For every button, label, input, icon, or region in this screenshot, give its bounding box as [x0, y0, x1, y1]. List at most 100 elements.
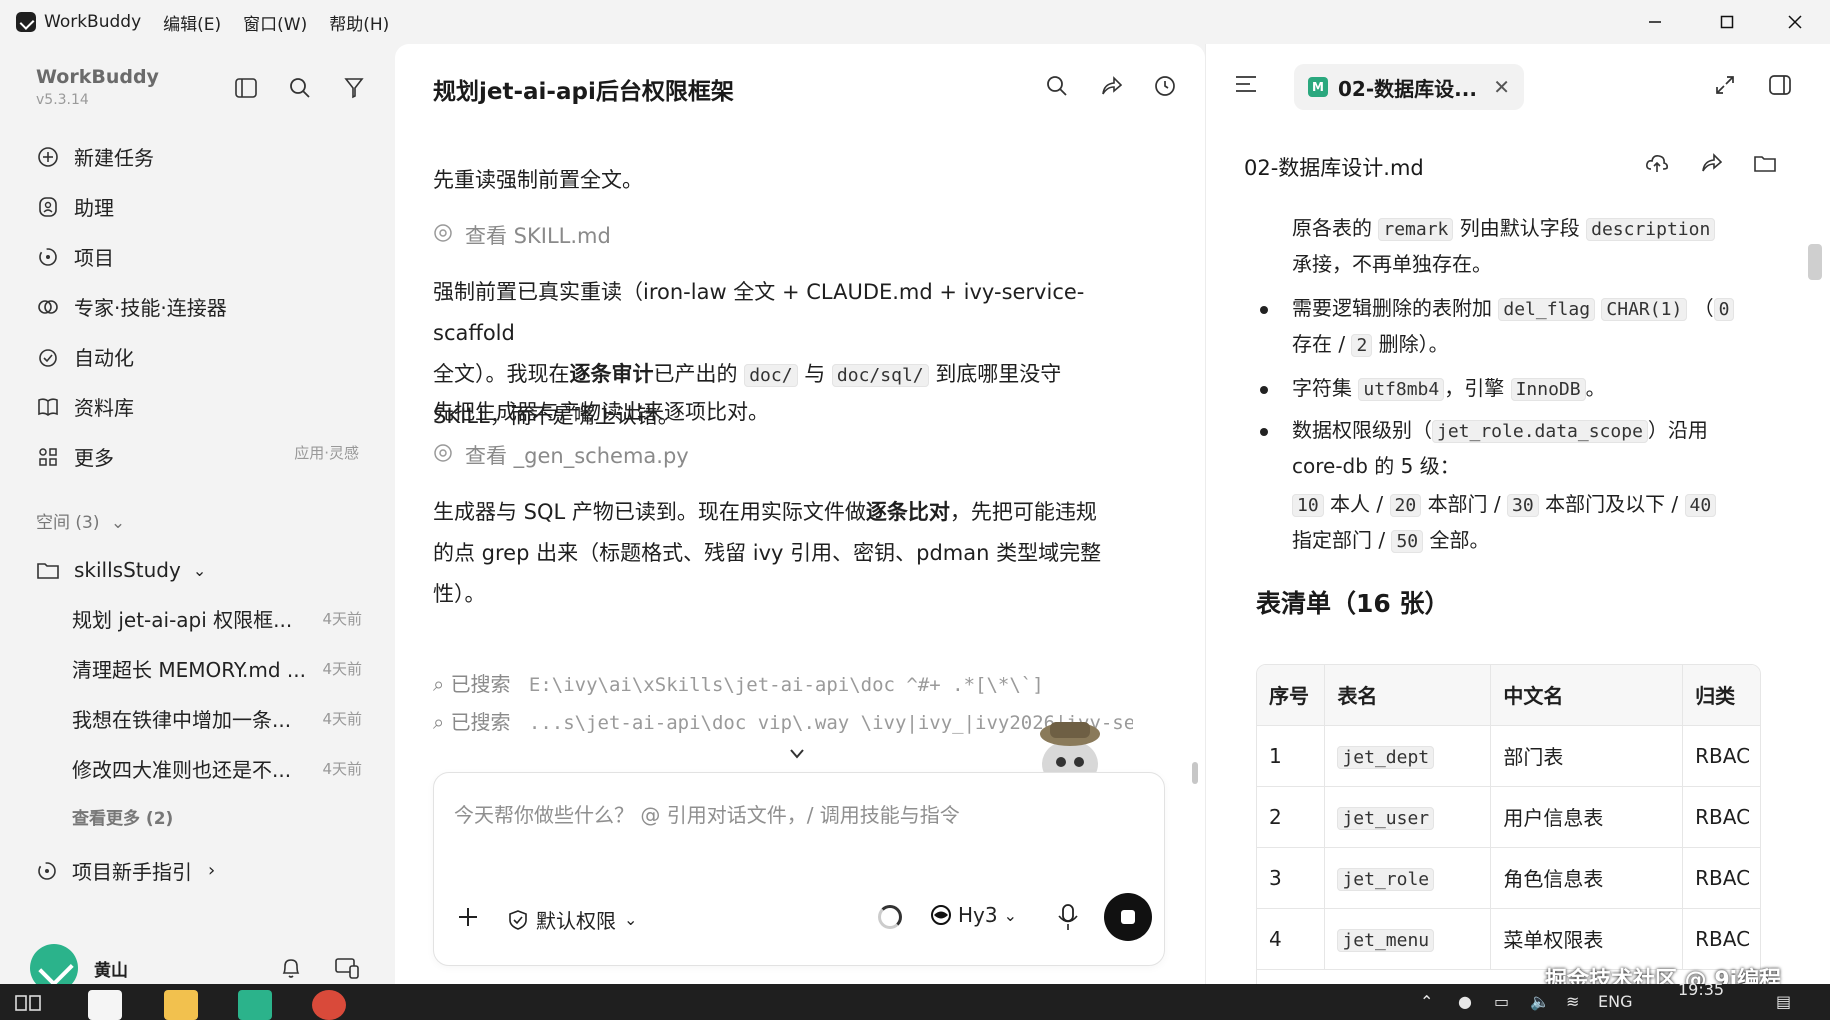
task-item[interactable]: 我想在铁律中增加一条... 4天前	[72, 704, 362, 733]
wifi-icon[interactable]: ≋	[1566, 992, 1579, 1011]
text-span: 本部门及以下 /	[1545, 492, 1679, 516]
history-button[interactable]	[1151, 72, 1179, 100]
inline-code: CHAR(1)	[1601, 298, 1688, 321]
table-row: 4 jet_menu 菜单权限表 RBAC	[1257, 908, 1760, 970]
notifications-button[interactable]	[280, 956, 302, 984]
doc-tab[interactable]: M 02-数据库设... ✕	[1294, 64, 1524, 110]
inline-code: jet_user	[1337, 806, 1435, 830]
doc-share-button[interactable]	[1698, 150, 1724, 176]
table-header: 中文名	[1490, 665, 1684, 726]
text-span: 已产出的	[653, 362, 738, 386]
inline-code: jet_role.data_scope	[1432, 420, 1648, 443]
task-item[interactable]: 规划 jet-ai-api 权限框... 4天前	[72, 604, 362, 633]
filter-button[interactable]	[340, 74, 368, 102]
maximize-button[interactable]	[1712, 8, 1742, 36]
nav-label: 助理	[74, 196, 114, 220]
text-span: 本部门 /	[1427, 492, 1501, 516]
devices-button[interactable]	[334, 956, 360, 984]
filter-icon	[344, 78, 364, 99]
nav-label: 项目	[74, 246, 114, 270]
minimize-button[interactable]	[1640, 8, 1670, 36]
nav-new-task[interactable]: 新建任务	[36, 142, 154, 171]
workbuddy-taskbar-icon[interactable]	[238, 990, 272, 1020]
upload-button[interactable]	[1644, 150, 1670, 176]
nav-project[interactable]: 项目	[36, 242, 114, 271]
sidebar-search-button[interactable]	[286, 74, 314, 102]
nav-assistant[interactable]: 助理	[36, 192, 114, 221]
menu-edit[interactable]: 编辑(E)	[163, 10, 221, 35]
message-text: 先把生成器与产物读出来逐项比对。	[433, 400, 769, 424]
tray-app-icon[interactable]: ●	[1458, 992, 1472, 1011]
display-icon[interactable]: ▭	[1494, 992, 1509, 1011]
task-item[interactable]: 清理超长 MEMORY.md ... 4天前	[72, 654, 362, 683]
text-span: 存在 /	[1292, 332, 1346, 356]
inline-code: 0	[1713, 298, 1735, 321]
menu-window[interactable]: 窗口(W)	[243, 10, 307, 35]
tool-call-view[interactable]: 查看 _gen_schema.py	[433, 440, 689, 470]
typora-app-icon[interactable]	[88, 990, 122, 1020]
grid-icon	[36, 445, 60, 469]
table-cell: RBAC	[1682, 786, 1760, 848]
scroll-down-button[interactable]	[789, 744, 805, 765]
tool-call-view[interactable]: 查看 SKILL.md	[433, 220, 611, 250]
clock-time[interactable]: 19:35	[1678, 980, 1724, 999]
scrollbar-thumb[interactable]	[1192, 762, 1198, 784]
model-selector[interactable]: Hy3 ⌄	[930, 903, 1017, 927]
share-button[interactable]	[1097, 72, 1125, 100]
text-span: 列由默认字段	[1459, 216, 1580, 240]
nav-library[interactable]: 资料库	[36, 392, 134, 421]
table-cell: 2	[1257, 786, 1326, 848]
tool-label: 查看 _gen_schema.py	[465, 444, 689, 468]
tray-chevron-icon[interactable]: ⌃	[1420, 992, 1433, 1011]
open-folder-button[interactable]	[1752, 150, 1778, 176]
volume-icon[interactable]: 🔈	[1530, 992, 1550, 1011]
table-row: 2 jet_user 用户信息表 RBAC	[1257, 786, 1760, 848]
search-result-line[interactable]: ⌕ 已搜索 E:\ivy\ai\xSkills\jet-ai-api\doc ^…	[433, 668, 1133, 697]
microphone-icon[interactable]	[1056, 903, 1080, 931]
task-item[interactable]: 修改四大准则也还是不... 4天前	[72, 754, 362, 783]
folder-skillsstudy[interactable]: skillsStudy ⌄	[36, 558, 206, 582]
file-explorer-icon[interactable]	[164, 990, 198, 1020]
see-more-link[interactable]: 查看更多 (2)	[72, 804, 173, 829]
text-span: ，先把可能违规	[949, 500, 1097, 524]
stop-generation-button[interactable]	[1104, 893, 1152, 941]
plus-circle-icon	[36, 145, 60, 169]
chat-search-button[interactable]	[1043, 72, 1071, 100]
task-view-button[interactable]	[14, 990, 48, 1020]
chrome-icon[interactable]	[312, 990, 346, 1020]
close-window-button[interactable]	[1780, 8, 1810, 36]
nav-automation[interactable]: 自动化	[36, 342, 134, 371]
nav-experts[interactable]: 专家·技能·连接器	[36, 292, 227, 321]
cloud-upload-icon	[1646, 155, 1668, 172]
notification-center-icon[interactable]: ▤	[1776, 992, 1791, 1011]
project-guide-link[interactable]: 项目新手指引 ›	[36, 856, 215, 885]
toggle-panel-button[interactable]	[1768, 74, 1792, 100]
composer-placeholder[interactable]: 今天帮你做些什么？ @ 引用对话文件，/ 调用技能与指令	[454, 799, 960, 828]
spaces-toggle[interactable]: 空间 (3) ⌄	[36, 508, 125, 533]
nav-label: 资料库	[74, 396, 134, 420]
doc-text-line: 10 本人 / 20 本部门 / 30 本部门及以下 / 40	[1292, 486, 1717, 524]
attach-button[interactable]	[456, 903, 480, 936]
expand-button[interactable]	[1714, 74, 1736, 100]
text-span: 到底哪里没守	[935, 362, 1062, 386]
nav-label: 新建任务	[74, 146, 154, 170]
loading-spinner-icon	[878, 905, 902, 929]
table-header-row: 序号 表名 中文名 归类	[1257, 665, 1760, 726]
close-tab-button[interactable]: ✕	[1493, 75, 1510, 99]
toggle-sidebar-button[interactable]	[232, 74, 260, 102]
chat-scrollbar[interactable]	[1192, 184, 1198, 804]
table-cell: 角色信息表	[1490, 847, 1684, 909]
outline-button[interactable]	[1234, 74, 1258, 98]
search-path: E:\ivy\ai\xSkills\jet-ai-api\doc ^#+ .*[…	[528, 674, 1044, 696]
doc-scrollbar-thumb[interactable]	[1808, 244, 1822, 280]
language-indicator[interactable]: ENG	[1598, 992, 1632, 1011]
menu-help[interactable]: 帮助(H)	[329, 10, 389, 35]
text-span: 。	[1585, 376, 1606, 400]
permission-selector[interactable]: 默认权限 ⌄	[508, 905, 637, 934]
table-cell: jet_menu	[1324, 908, 1492, 970]
text-span: 生成器与 SQL 产物已读到。现在用实际文件做	[433, 500, 866, 524]
nav-more[interactable]: 更多	[36, 442, 114, 471]
search-result-line[interactable]: ⌕ 已搜索 ...s\jet-ai-api\doc vip\.way \ivy|…	[433, 706, 1133, 735]
message-composer[interactable]: 今天帮你做些什么？ @ 引用对话文件，/ 调用技能与指令 默认权限 ⌄ Hy3 …	[433, 772, 1165, 966]
inline-code: doc/sql/	[831, 364, 929, 387]
